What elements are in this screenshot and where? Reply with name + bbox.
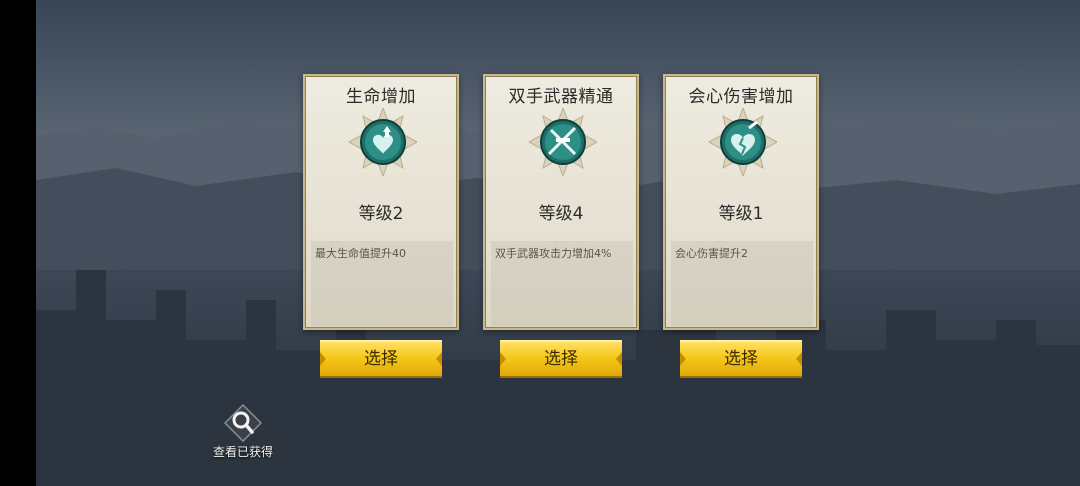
- skill-level: 等级1: [718, 204, 764, 224]
- select-button-2[interactable]: 选择: [500, 340, 622, 378]
- select-button-3[interactable]: 选择: [680, 340, 802, 378]
- skill-level: 等级4: [538, 204, 584, 224]
- skill-card-3[interactable]: 会心伤害增加 等级1 会心伤害提升2: [663, 74, 819, 330]
- skill-title: 会心伤害增加: [688, 87, 794, 107]
- description-box: 最大生命值提升40: [311, 241, 453, 326]
- button-notch-left: [500, 352, 506, 366]
- broken-heart-sword-icon: [709, 108, 777, 176]
- skill-level: 等级2: [358, 204, 404, 224]
- skill-description: 会心伤害提升2: [675, 247, 748, 260]
- button-notch-left: [680, 352, 686, 366]
- magnifier-icon: [224, 404, 262, 442]
- skill-description: 双手武器攻击力增加4%: [495, 247, 612, 260]
- select-button-label: 选择: [724, 349, 758, 369]
- view-obtained-label: 查看已获得: [212, 445, 273, 459]
- button-notch-right: [796, 352, 802, 366]
- select-button-label: 选择: [364, 349, 398, 369]
- skill-title: 生命增加: [346, 87, 416, 107]
- button-notch-right: [616, 352, 622, 366]
- select-button-label: 选择: [544, 349, 578, 369]
- heart-arrow-up-icon: [349, 108, 417, 176]
- select-button-1[interactable]: 选择: [320, 340, 442, 378]
- crossed-swords-icon: [529, 108, 597, 176]
- description-box: 双手武器攻击力增加4%: [491, 241, 633, 326]
- skill-title: 双手武器精通: [508, 87, 614, 107]
- view-obtained-button[interactable]: 查看已获得: [208, 404, 278, 464]
- button-notch-right: [436, 352, 442, 366]
- left-screen-edge: [0, 0, 36, 486]
- skill-card-2[interactable]: 双手武器精通 等级4 双手武器攻击力增加4%: [483, 74, 639, 330]
- skill-card-1[interactable]: 生命增加 等级2 最大生命值提升40: [303, 74, 459, 330]
- skill-description: 最大生命值提升40: [315, 247, 406, 260]
- description-box: 会心伤害提升2: [671, 241, 813, 326]
- button-notch-left: [320, 352, 326, 366]
